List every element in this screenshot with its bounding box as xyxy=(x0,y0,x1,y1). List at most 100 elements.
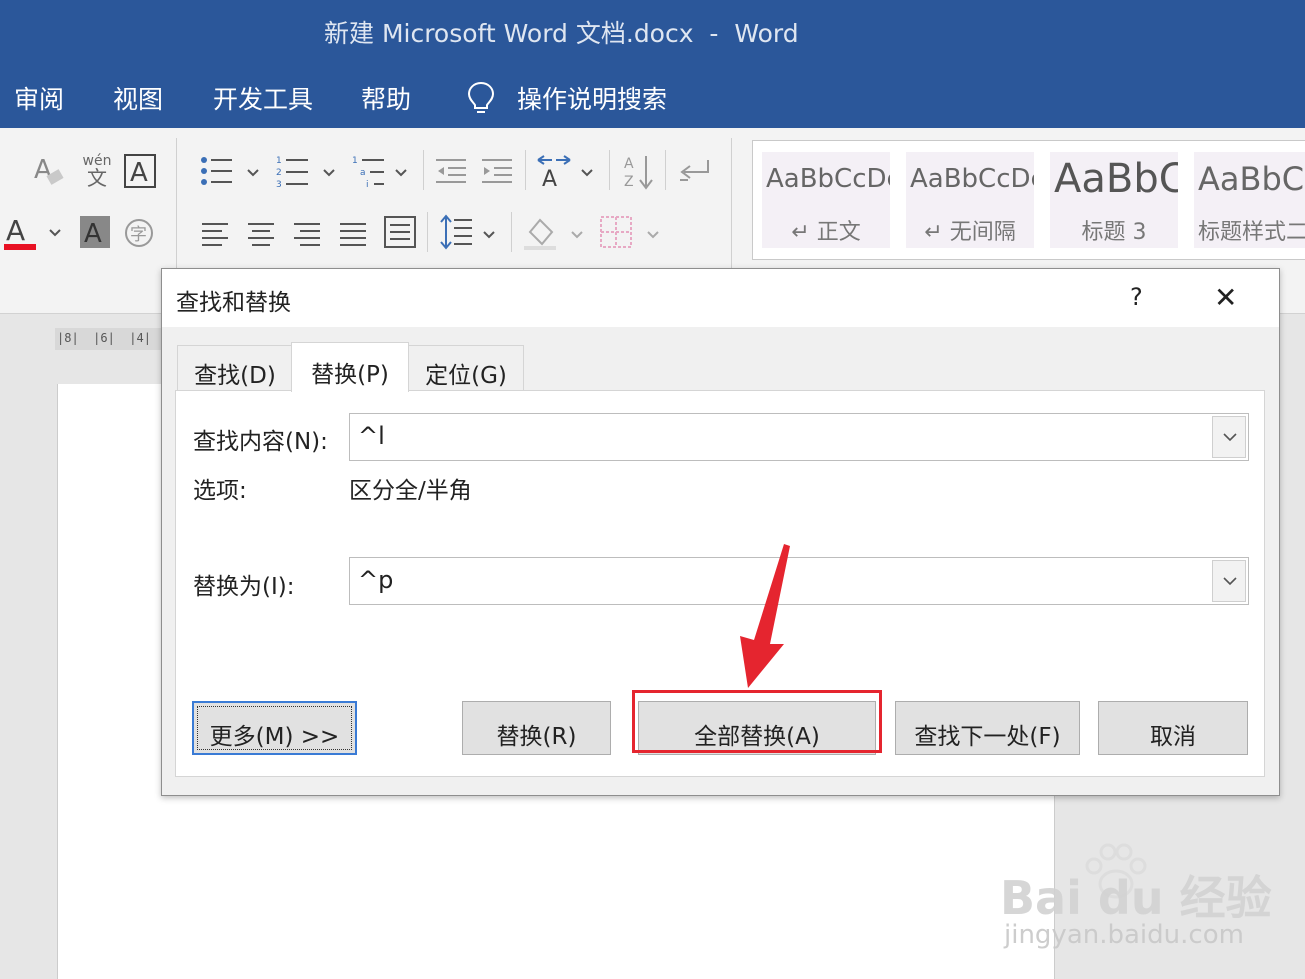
borders-icon[interactable] xyxy=(600,216,632,248)
justify-icon[interactable] xyxy=(340,222,368,246)
chevron-down-icon[interactable] xyxy=(570,230,584,240)
chevron-down-icon xyxy=(1223,433,1237,442)
svg-text:2: 2 xyxy=(276,168,282,178)
sort-icon[interactable]: A Z xyxy=(624,154,654,190)
increase-indent-icon[interactable] xyxy=(482,158,514,184)
style-heading-3[interactable]: AaBbC 标题 3 xyxy=(1050,152,1178,248)
replace-button[interactable]: 替换(R) xyxy=(462,701,611,755)
chevron-down-icon[interactable] xyxy=(646,230,660,240)
watermark-url: jingyan.baidu.com xyxy=(1004,920,1244,950)
svg-text:1: 1 xyxy=(276,156,282,166)
font-color-icon[interactable]: A xyxy=(4,214,38,252)
svg-text:i: i xyxy=(366,180,369,188)
chevron-down-icon[interactable] xyxy=(322,168,336,178)
svg-text:A: A xyxy=(6,214,25,247)
dialog-title: 查找和替换 xyxy=(176,290,291,316)
bullets-icon[interactable] xyxy=(200,156,234,186)
tab-review[interactable]: 审阅 xyxy=(14,80,64,116)
tab-view[interactable]: 视图 xyxy=(113,80,163,116)
chevron-down-icon xyxy=(1223,577,1237,586)
red-arrow-annotation xyxy=(740,544,790,688)
baidu-watermark: Bai du 经验 jingyan.baidu.com xyxy=(1000,842,1272,954)
lightbulb-icon[interactable] xyxy=(466,80,496,116)
chevron-down-icon[interactable] xyxy=(394,168,408,178)
chevron-down-icon[interactable] xyxy=(580,168,594,178)
style-sample: AaBbCcDc xyxy=(910,164,1034,194)
tab-replace[interactable]: 替换(P) xyxy=(291,342,409,392)
style-normal[interactable]: AaBbCcDc ↵ 正文 xyxy=(762,152,890,248)
find-next-button[interactable]: 查找下一处(F) xyxy=(895,701,1080,755)
find-what-label: 查找内容(N): xyxy=(193,429,328,455)
svg-text:1: 1 xyxy=(352,156,358,166)
watermark-logo: Bai du 经验 xyxy=(1000,871,1272,925)
ribbon-separator xyxy=(525,150,526,190)
align-left-icon[interactable] xyxy=(202,222,230,246)
find-what-input[interactable]: ^l xyxy=(349,413,1249,461)
style-name: ↵ 无间隔 xyxy=(924,220,1016,245)
tab-find[interactable]: 查找(D) xyxy=(177,345,293,393)
svg-text:a: a xyxy=(360,168,366,178)
style-name: 标题 3 xyxy=(1081,220,1147,245)
ribbon-separator xyxy=(511,212,512,252)
find-history-dropdown[interactable] xyxy=(1212,416,1246,458)
enclose-characters-icon[interactable]: 字 xyxy=(124,218,154,248)
options-value: 区分全/半角 xyxy=(349,478,472,504)
style-sample: AaBbC xyxy=(1054,156,1178,202)
replace-with-value: ^p xyxy=(358,566,394,594)
style-sample: AaBbCc xyxy=(1198,160,1305,198)
svg-text:A: A xyxy=(130,158,148,188)
svg-text:3: 3 xyxy=(276,180,282,188)
svg-text:A: A xyxy=(624,156,634,172)
replace-history-dropdown[interactable] xyxy=(1212,560,1246,602)
help-button[interactable]: ? xyxy=(1130,283,1143,311)
dialog-title-bar: 查找和替换 ? ✕ xyxy=(162,269,1279,327)
replace-with-label: 替换为(I): xyxy=(193,574,295,600)
close-icon[interactable]: ✕ xyxy=(1214,281,1237,314)
character-border-icon[interactable]: A xyxy=(124,154,156,188)
ribbon-separator xyxy=(427,212,428,252)
style-no-spacing[interactable]: AaBbCcDc ↵ 无间隔 xyxy=(906,152,1034,248)
tell-me-search[interactable]: 操作说明搜索 xyxy=(517,80,667,116)
chevron-down-icon[interactable] xyxy=(482,230,496,240)
style-heading-style-2[interactable]: AaBbCc 标题样式二 xyxy=(1194,152,1305,248)
ribbon-separator xyxy=(423,150,424,190)
line-spacing-icon[interactable] xyxy=(440,214,474,250)
svg-text:Z: Z xyxy=(624,174,634,190)
title-bar: 新建 Microsoft Word 文档.docx - Word xyxy=(0,0,1305,62)
align-right-icon[interactable] xyxy=(294,222,322,246)
svg-text:字: 字 xyxy=(130,225,147,245)
character-shading-icon[interactable]: A xyxy=(80,216,110,248)
options-label: 选项: xyxy=(193,478,247,504)
ribbon-separator xyxy=(731,138,732,268)
align-center-icon[interactable] xyxy=(248,222,276,246)
phonetic-guide-bottom: 文 xyxy=(87,166,107,190)
tab-goto[interactable]: 定位(G) xyxy=(408,345,524,393)
character-spacing-icon[interactable]: A xyxy=(536,154,572,188)
style-sample: AaBbCcDc xyxy=(766,164,890,194)
distributed-icon[interactable] xyxy=(384,216,416,248)
chevron-down-icon[interactable] xyxy=(246,168,260,178)
ribbon-tab-bar: 审阅 视图 开发工具 帮助 操作说明搜索 xyxy=(0,62,1305,128)
more-button[interactable]: 更多(M) >> xyxy=(192,701,357,755)
ribbon-separator xyxy=(609,150,610,190)
focus-rectangle xyxy=(197,706,352,750)
replace-all-highlight-box xyxy=(632,690,882,753)
clear-formatting-icon[interactable]: A xyxy=(32,152,66,190)
show-formatting-marks-icon[interactable] xyxy=(678,158,712,186)
find-what-value: ^l xyxy=(358,422,385,450)
tab-help[interactable]: 帮助 xyxy=(361,80,411,116)
phonetic-guide-icon[interactable]: wén 文 xyxy=(80,154,114,188)
ribbon-separator xyxy=(176,138,177,268)
window-title: 新建 Microsoft Word 文档.docx - Word xyxy=(324,19,799,48)
style-name: ↵ 正文 xyxy=(791,220,861,245)
chevron-down-icon[interactable] xyxy=(48,228,62,238)
vertical-ruler: |8| |6| |4| xyxy=(55,328,165,350)
tab-developer[interactable]: 开发工具 xyxy=(213,80,313,116)
shading-bucket-icon[interactable] xyxy=(524,216,558,250)
numbering-icon[interactable]: 1 2 3 xyxy=(276,154,310,188)
decrease-indent-icon[interactable] xyxy=(436,158,468,184)
cancel-button[interactable]: 取消 xyxy=(1098,701,1248,755)
multilevel-list-icon[interactable]: 1 a i xyxy=(352,154,386,188)
ribbon-separator xyxy=(665,150,666,190)
style-name: 标题样式二 xyxy=(1198,220,1305,245)
